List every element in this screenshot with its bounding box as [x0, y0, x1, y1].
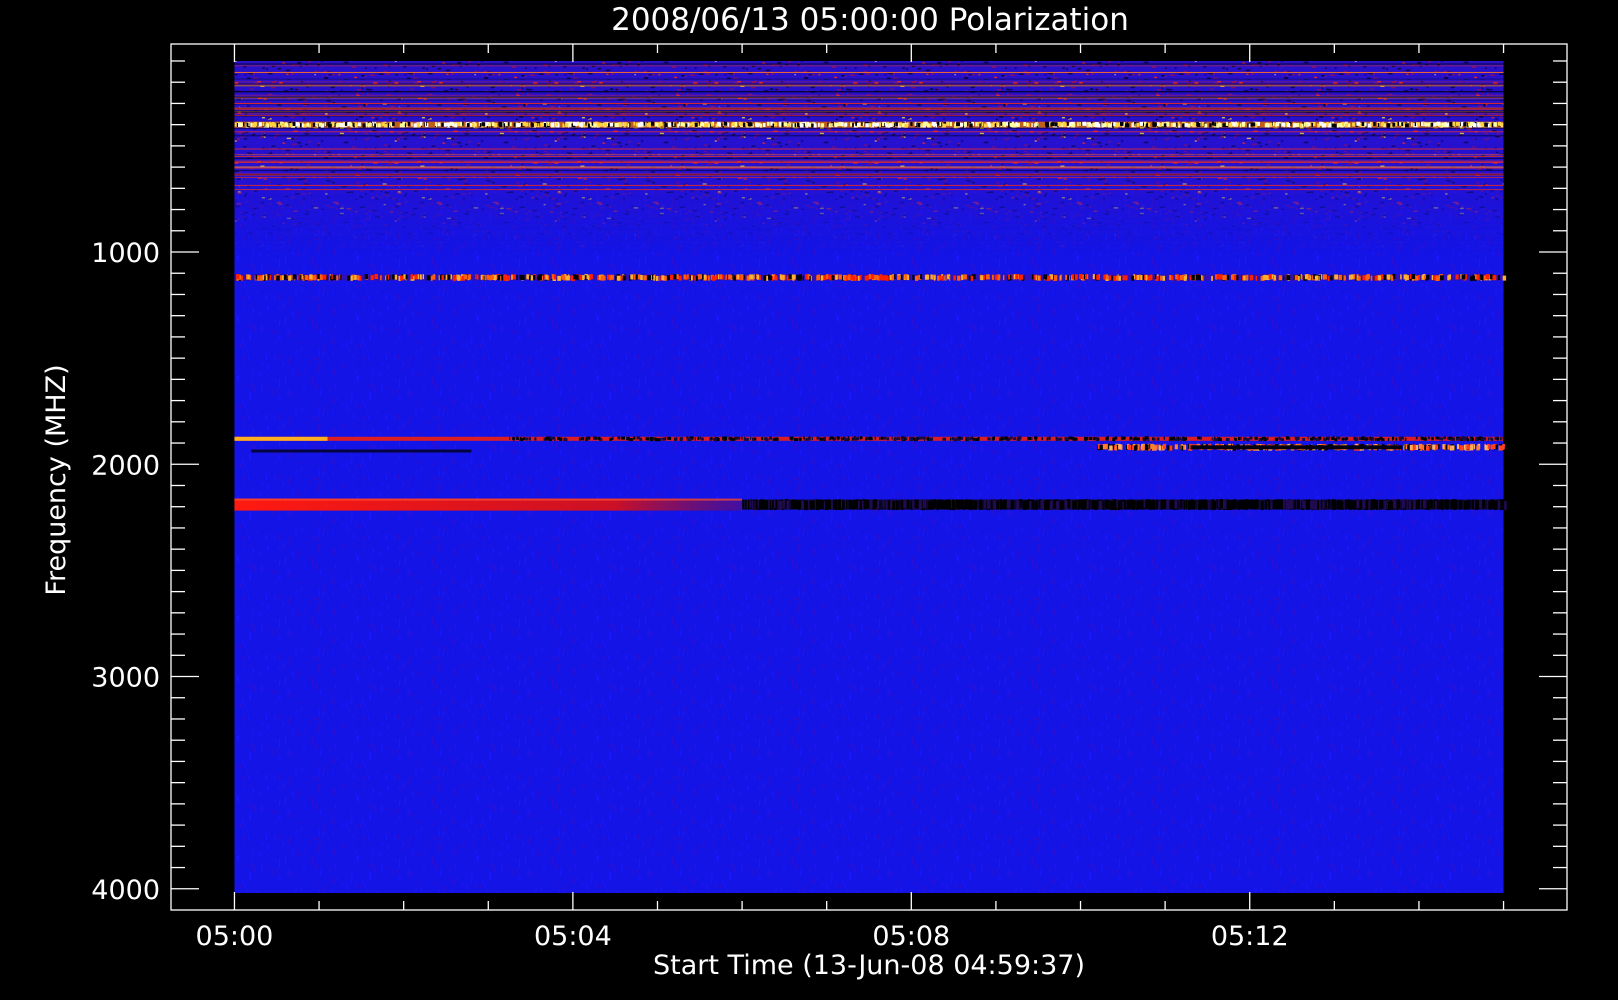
- interference-line: [234, 111, 1504, 113]
- x-tick-labels: 05:00 05:04 05:08 05:12: [196, 921, 1289, 952]
- interference-line: [234, 108, 1504, 110]
- x-tick-label: 05:00: [196, 921, 274, 952]
- interference-line: [234, 156, 1504, 157]
- x-tick-label: 05:04: [534, 921, 612, 952]
- interference-line: [234, 160, 1504, 162]
- interference-line: [234, 81, 1504, 83]
- interference-line: [234, 166, 1504, 168]
- y-tick-label: 2000: [91, 450, 160, 481]
- interference-line: [234, 148, 1504, 150]
- interference-line: [234, 162, 1504, 163]
- y-tick-label: 1000: [91, 238, 160, 269]
- interference-line: [234, 78, 1504, 80]
- interference-line: [234, 83, 1504, 85]
- interference-line: [234, 110, 1504, 112]
- x-tick-label: 05:12: [1211, 921, 1289, 952]
- heatmap-image: [234, 60, 1507, 894]
- interference-line: [234, 112, 1504, 114]
- interference-line: [234, 72, 1504, 73]
- interference-line: [234, 91, 1504, 93]
- interference-line: [234, 157, 1504, 159]
- interference-line: [234, 114, 1504, 116]
- interference-line: [234, 98, 1504, 100]
- interference-line: [234, 174, 1504, 175]
- interference-line: [234, 99, 1504, 101]
- interference-line: [234, 65, 1504, 67]
- feature-dots: [742, 499, 1507, 511]
- interference-line: [234, 175, 1504, 176]
- x-axis-label: Start Time (13-Jun-08 04:59:37): [653, 950, 1085, 981]
- y-axis-label: Frequency (MHZ): [41, 364, 72, 595]
- interference-line: [234, 170, 1504, 171]
- spectrogram-chart: 2008/06/13 05:00:00 Polarization 05:00 05…: [41, 2, 1568, 981]
- interference-line: [234, 96, 1504, 98]
- y-tick-labels: 1000 2000 3000 4000: [91, 238, 160, 906]
- interference-line: [234, 177, 1504, 178]
- interference-line: [234, 63, 1504, 65]
- chart-title: 2008/06/13 05:00:00 Polarization: [611, 2, 1129, 38]
- y-tick-label: 4000: [91, 875, 160, 906]
- interference-line: [234, 184, 1504, 186]
- y-tick-label: 3000: [91, 663, 160, 694]
- interference-line: [234, 131, 1504, 133]
- interference-line: [234, 94, 1504, 96]
- interference-line: [234, 127, 1504, 129]
- interference-line: [234, 85, 1504, 87]
- x-tick-label: 05:08: [872, 921, 950, 952]
- interference-line: [234, 107, 1504, 109]
- interference-line: [234, 154, 1504, 156]
- interference-line: [234, 135, 1504, 137]
- interference-line: [234, 189, 1504, 191]
- interference-line: [234, 102, 1504, 104]
